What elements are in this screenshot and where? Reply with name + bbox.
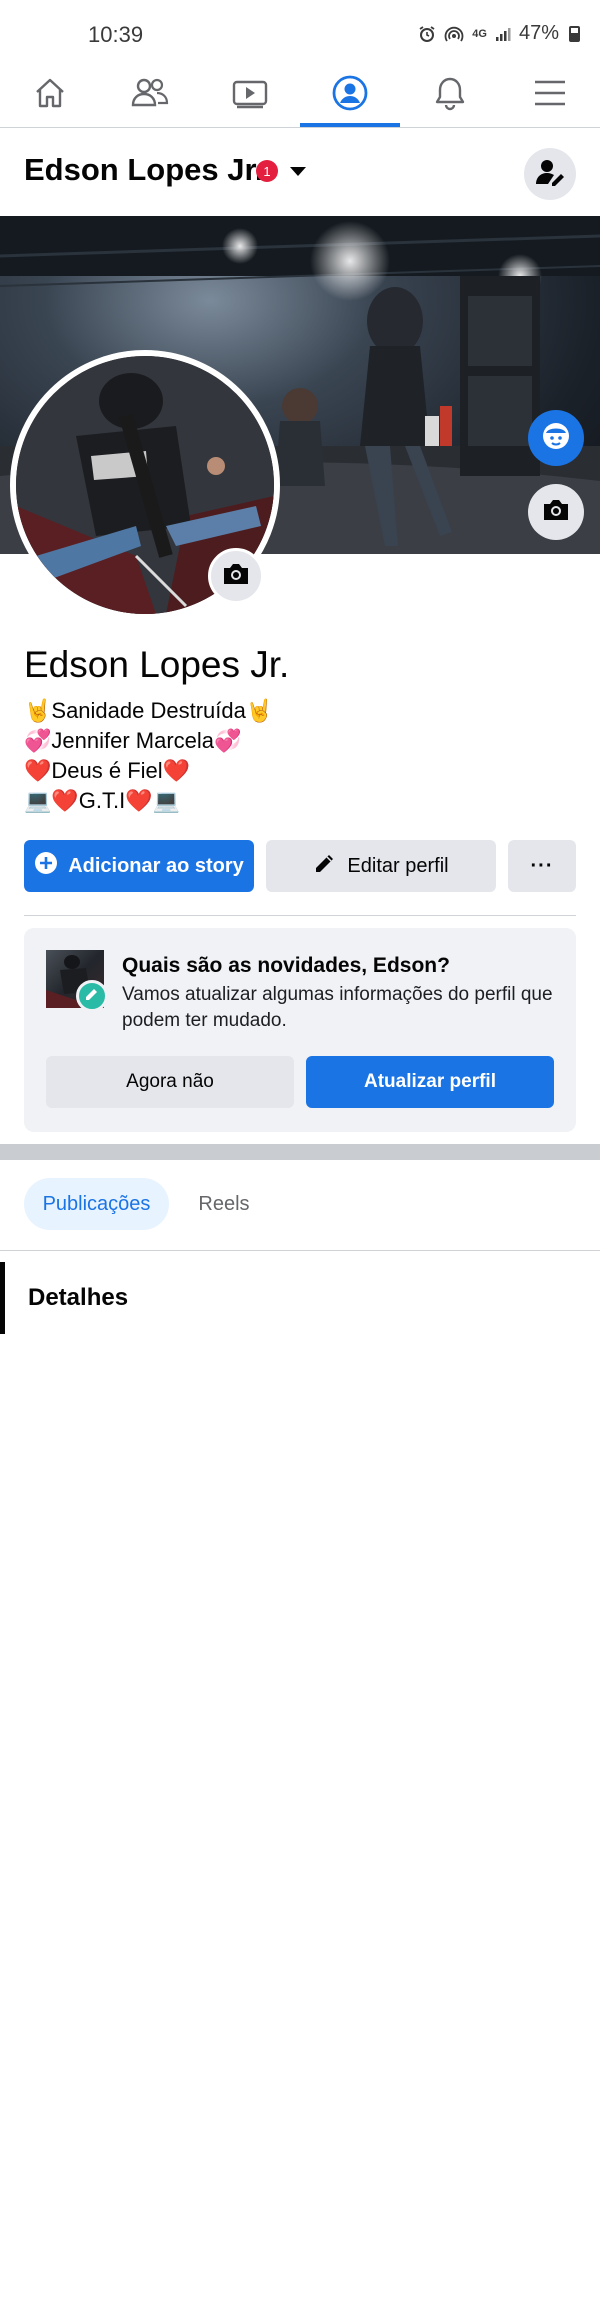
- bio-line: 🤘Sanidade Destruída🤘: [24, 698, 274, 723]
- nav-tab-watch[interactable]: [200, 64, 300, 127]
- camera-icon: [541, 497, 571, 528]
- add-to-story-label: Adicionar ao story: [68, 854, 244, 877]
- user-edit-icon: [535, 157, 565, 192]
- plus-circle-icon: [34, 851, 58, 881]
- add-to-story-button[interactable]: Adicionar ao story: [24, 840, 254, 892]
- battery-percent: 47%: [518, 22, 559, 44]
- nav-tab-menu[interactable]: [500, 64, 600, 127]
- home-icon: [32, 75, 68, 116]
- profile-tabs: Publicações Reels: [0, 1178, 600, 1230]
- notification-badge: 1: [256, 160, 278, 182]
- profile-header: Edson Lopes Jr. 1: [0, 130, 600, 216]
- bell-icon: [433, 75, 467, 116]
- header-profile-name[interactable]: Edson Lopes Jr.: [24, 152, 263, 188]
- bio-line: 💻❤️G.T.I❤️💻: [24, 788, 181, 813]
- camera-icon: [221, 561, 251, 592]
- section-separator: [0, 1144, 600, 1160]
- profile-actions: Adicionar ao story Editar perfil ···: [24, 840, 576, 892]
- card-title: Quais são as novidades, Edson?: [122, 954, 450, 977]
- nav-tab-home[interactable]: [0, 64, 100, 127]
- video-icon: [231, 76, 269, 115]
- card-description: Vamos atualizar algumas informações do p…: [122, 984, 553, 1031]
- hotspot-icon: [444, 25, 464, 43]
- more-options-button[interactable]: ···: [508, 840, 576, 892]
- profile-icon: [331, 74, 369, 117]
- edit-cover-photo-button[interactable]: [528, 484, 584, 540]
- nav-tab-friends[interactable]: [100, 64, 200, 127]
- top-navigation: [0, 64, 600, 128]
- menu-icon: [532, 78, 568, 113]
- edit-profile-picture-button[interactable]: [208, 548, 264, 604]
- details-title: Detalhes: [28, 1284, 129, 1311]
- more-icon: ···: [530, 854, 554, 877]
- edit-badge: [76, 980, 108, 1012]
- tab-posts[interactable]: Publicações: [24, 1178, 169, 1230]
- chevron-down-icon[interactable]: [290, 167, 306, 176]
- network-type-label: 4G: [472, 27, 487, 40]
- details-section: Detalhes: [0, 1262, 600, 1334]
- profile-settings-button[interactable]: [524, 148, 576, 200]
- not-now-button[interactable]: Agora não: [46, 1056, 294, 1108]
- profile-name: Edson Lopes Jr.: [24, 644, 290, 685]
- pencil-icon: [313, 851, 337, 881]
- section-divider: [24, 915, 576, 916]
- alarm-icon: [418, 25, 436, 43]
- avatar-button[interactable]: [528, 410, 584, 466]
- tab-reels[interactable]: Reels: [180, 1178, 268, 1230]
- bio-line: 💞Jennifer Marcela💞: [24, 728, 242, 753]
- edit-profile-button[interactable]: Editar perfil: [266, 840, 496, 892]
- pencil-icon: [85, 987, 99, 1006]
- avatar-icon: [540, 420, 572, 457]
- profile-bio: 🤘Sanidade Destruída🤘 💞Jennifer Marcela💞 …: [24, 696, 273, 816]
- status-time: 10:39: [88, 22, 144, 47]
- update-profile-card: Quais são as novidades, Edson? Vamos atu…: [24, 928, 576, 1132]
- battery-icon: [569, 25, 580, 42]
- card-buttons: Agora não Atualizar perfil: [46, 1056, 554, 1108]
- details-accent-bar: [0, 1262, 5, 1334]
- status-icons: 4G 47%: [418, 22, 580, 45]
- bio-line: ❤️Deus é Fiel❤️: [24, 758, 191, 783]
- edit-profile-label: Editar perfil: [347, 854, 449, 877]
- friends-icon: [130, 75, 170, 116]
- nav-tab-notifications[interactable]: [400, 64, 500, 127]
- tabs-divider: [0, 1250, 600, 1251]
- nav-tab-profile[interactable]: [300, 64, 400, 127]
- signal-icon: [495, 26, 511, 42]
- update-profile-button[interactable]: Atualizar perfil: [306, 1056, 554, 1108]
- status-bar: 10:39 4G 47%: [0, 0, 600, 64]
